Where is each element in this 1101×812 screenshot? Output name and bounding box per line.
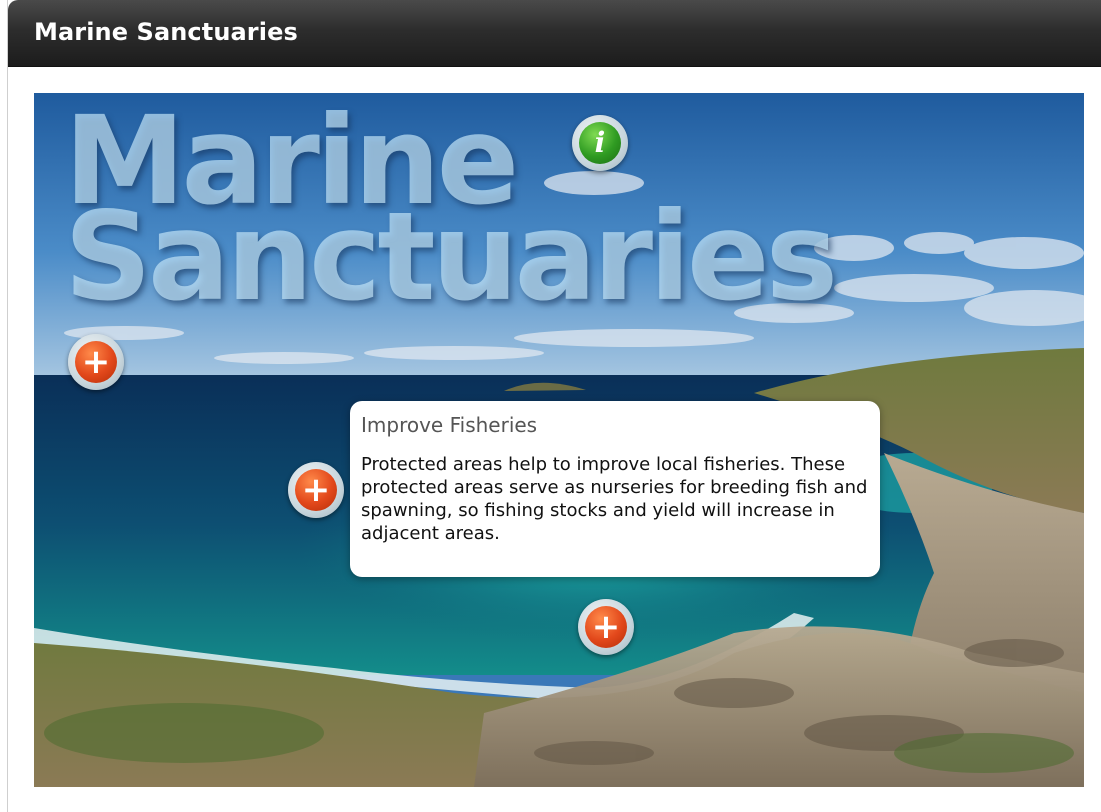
info-hotspot[interactable]: i [572,115,628,171]
app-window: Marine Sanctuaries Marine Sanctuaries i … [7,0,1101,812]
heading-line-2: Sanctuaries [64,186,838,328]
popup-body: Protected areas help to improve local fi… [361,454,868,544]
info-icon: i [579,122,621,164]
plus-icon: + [295,469,337,511]
title-bar: Marine Sanctuaries [8,0,1101,67]
plus-icon: + [75,341,117,383]
plus-hotspot-bottom[interactable]: + [578,599,634,655]
scene-heading: Marine Sanctuaries [64,100,838,328]
scene-image: Marine Sanctuaries i + Improve Fisheries… [34,93,1084,787]
popup-title: Improve Fisheries [361,413,538,437]
plus-icon: + [585,606,627,648]
window-title: Marine Sanctuaries [34,18,298,46]
plus-hotspot-center[interactable]: + [288,462,344,518]
info-popup: Improve Fisheries Protected areas help t… [350,401,880,577]
plus-hotspot-left[interactable]: + [68,334,124,390]
